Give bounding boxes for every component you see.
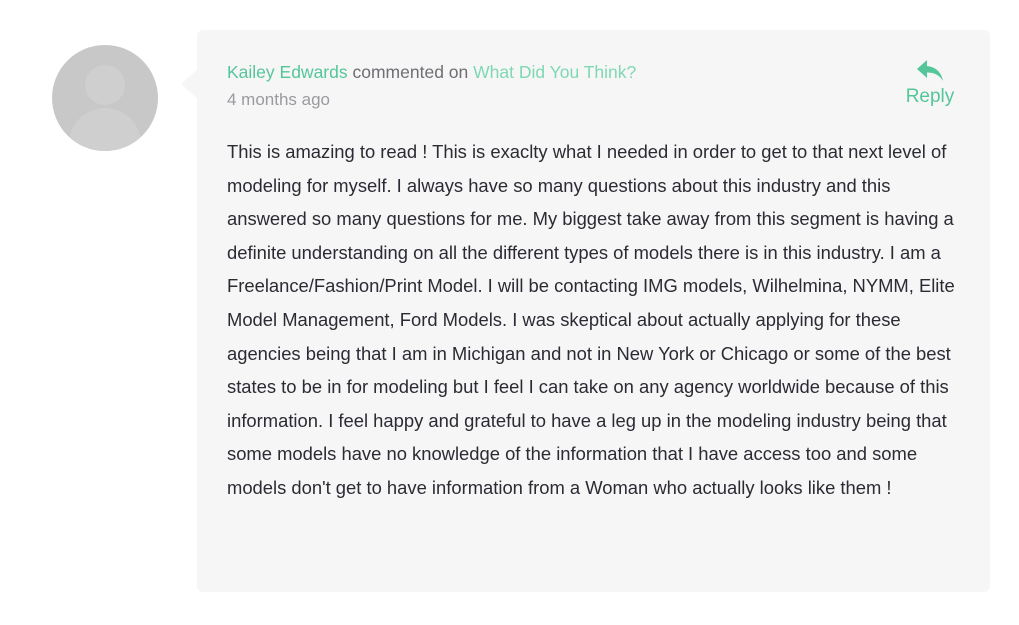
avatar-shoulders-shape — [69, 108, 141, 151]
comment-timestamp: 4 months ago — [227, 90, 331, 109]
author-link[interactable]: Kailey Edwards — [227, 62, 348, 82]
action-text: commented on — [352, 62, 469, 82]
reply-arrow-icon — [917, 60, 943, 81]
post-title-link[interactable]: What Did You Think? — [473, 62, 636, 82]
comment-meta: Kailey Edwards commented on What Did You… — [227, 62, 636, 83]
comment-card-pointer — [181, 70, 197, 98]
avatar-head-shape — [85, 65, 125, 105]
reply-label: Reply — [905, 86, 955, 107]
comment: Kailey Edwards commented on What Did You… — [0, 0, 1019, 625]
comment-card: Kailey Edwards commented on What Did You… — [197, 30, 990, 592]
avatar[interactable] — [52, 45, 158, 151]
comment-body: This is amazing to read ! This is exaclt… — [227, 141, 955, 498]
reply-button[interactable]: Reply — [900, 58, 960, 108]
